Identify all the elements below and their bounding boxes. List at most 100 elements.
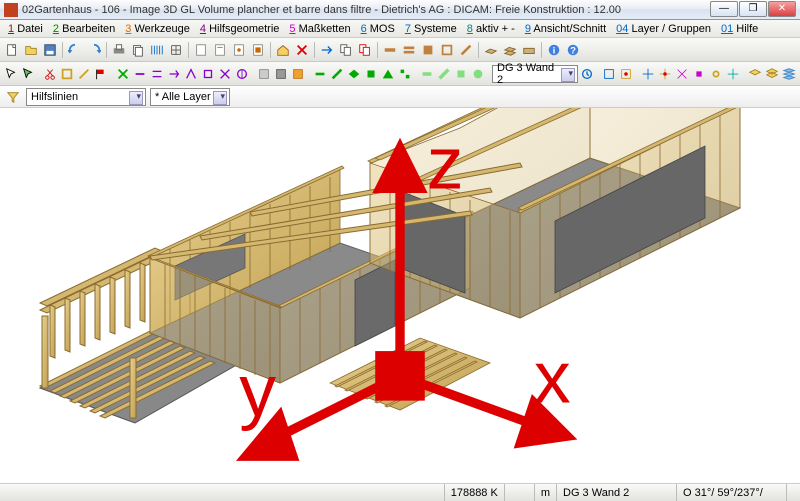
tool-brown3-icon[interactable]	[419, 41, 437, 59]
tool-page3-icon[interactable]	[230, 41, 248, 59]
tool-doc-icon[interactable]	[129, 41, 147, 59]
axis-gizmo: z x y	[0, 108, 800, 483]
tool-green5-icon[interactable]	[380, 65, 396, 83]
menu-bar: 1 Datei 2 Bearbeiten 3 Werkzeuge 4 Hilfs…	[0, 20, 800, 38]
menu-mos[interactable]: 6 MOS	[357, 22, 399, 36]
menu-werkzeuge[interactable]: 3 Werkzeuge	[121, 22, 194, 36]
menu-bearbeiten[interactable]: 2 Bearbeiten	[49, 22, 119, 36]
svg-text:z: z	[427, 121, 464, 204]
tool-view1-icon[interactable]	[601, 65, 617, 83]
tool-cursor2-icon[interactable]	[20, 65, 36, 83]
menu-layer[interactable]: 04 Layer / Gruppen	[612, 22, 715, 36]
tool-copy2-icon[interactable]	[337, 41, 355, 59]
tool-purple6-icon[interactable]	[217, 65, 233, 83]
tool-line-icon[interactable]	[76, 65, 92, 83]
tool-bars-icon[interactable]	[148, 41, 166, 59]
app-icon	[4, 3, 18, 17]
tool-x-icon[interactable]	[115, 65, 131, 83]
tool-orange-icon[interactable]	[290, 65, 306, 83]
tool-page2-icon[interactable]	[211, 41, 229, 59]
tool-lightgreen3-icon[interactable]	[453, 65, 469, 83]
separator	[314, 42, 315, 58]
selection-combo[interactable]: DG 3 Wand 2	[492, 65, 578, 83]
tool-lightgreen1-icon[interactable]	[419, 65, 435, 83]
tool-flag-icon[interactable]	[93, 65, 109, 83]
tool-plate3-icon[interactable]	[520, 41, 538, 59]
tool-lightgreen4-icon[interactable]	[470, 65, 486, 83]
tool-snap3-icon[interactable]	[674, 65, 690, 83]
tool-green6-icon[interactable]	[397, 65, 413, 83]
tool-plate2-icon[interactable]	[501, 41, 519, 59]
tool-brown2-icon[interactable]	[400, 41, 418, 59]
viewport-3d[interactable]: z x y	[0, 108, 800, 483]
tool-undo-icon[interactable]	[66, 41, 84, 59]
tool-green1-icon[interactable]	[312, 65, 328, 83]
tool-cursor-icon[interactable]	[3, 65, 19, 83]
tool-cut-icon[interactable]	[42, 65, 58, 83]
menu-systeme[interactable]: 7 Systeme	[401, 22, 461, 36]
toolbar-1: i ?	[0, 38, 800, 62]
title-bar: 02Gartenhaus - 106 - Image 3D GL Volume …	[0, 0, 800, 20]
tool-purple7-icon[interactable]	[234, 65, 250, 83]
tool-purple3-icon[interactable]	[166, 65, 182, 83]
tool-help-icon[interactable]: ?	[564, 41, 582, 59]
status-orientation: O 31°/ 59°/237°/	[676, 484, 786, 501]
tool-view2-icon[interactable]	[618, 65, 634, 83]
tool-delete-icon[interactable]	[293, 41, 311, 59]
tool-green3-icon[interactable]	[346, 65, 362, 83]
tool-page1-icon[interactable]	[192, 41, 210, 59]
tool-gray1-icon[interactable]	[256, 65, 272, 83]
tool-new-icon[interactable]	[3, 41, 21, 59]
tool-purple4-icon[interactable]	[183, 65, 199, 83]
tool-purple1-icon[interactable]	[132, 65, 148, 83]
tool-open-icon[interactable]	[22, 41, 40, 59]
svg-text:x: x	[534, 336, 571, 419]
menu-aktiv[interactable]: 8 aktiv + -	[463, 22, 519, 36]
tool-lightgreen2-icon[interactable]	[436, 65, 452, 83]
tool-brown5-icon[interactable]	[457, 41, 475, 59]
filter-bar: Hilfslinien * Alle Layer	[0, 86, 800, 108]
tool-snap5-icon[interactable]	[708, 65, 724, 83]
tool-layer3-icon[interactable]	[781, 65, 797, 83]
tool-refresh-icon[interactable]	[579, 65, 595, 83]
menu-massketten[interactable]: 5 Maßketten	[285, 22, 354, 36]
tool-snap6-icon[interactable]	[725, 65, 741, 83]
tool-grid-icon[interactable]	[167, 41, 185, 59]
tool-brown4-icon[interactable]	[438, 41, 456, 59]
menu-hilfsgeometrie[interactable]: 4 Hilfsgeometrie	[196, 22, 284, 36]
menu-datei[interactable]: 1 Datei	[4, 22, 47, 36]
tool-page4-icon[interactable]	[249, 41, 267, 59]
tool-gray2-icon[interactable]	[273, 65, 289, 83]
menu-hilfe[interactable]: 01 Hilfe	[717, 22, 762, 36]
menu-ansicht[interactable]: 9 Ansicht/Schnitt	[521, 22, 610, 36]
filter-icon[interactable]	[4, 88, 22, 106]
tool-layer1-icon[interactable]	[747, 65, 763, 83]
tool-snap1-icon[interactable]	[640, 65, 656, 83]
maximize-button[interactable]: ❐	[739, 1, 767, 17]
tool-snap2-icon[interactable]	[657, 65, 673, 83]
filter-combo-2[interactable]: * Alle Layer	[150, 88, 230, 106]
separator	[541, 42, 542, 58]
tool-redo-icon[interactable]	[85, 41, 103, 59]
tool-arrow-icon[interactable]	[318, 41, 336, 59]
tool-crop-icon[interactable]	[59, 65, 75, 83]
minimize-button[interactable]: —	[710, 1, 738, 17]
tool-green4-icon[interactable]	[363, 65, 379, 83]
close-button[interactable]: ✕	[768, 1, 796, 17]
tool-green2-icon[interactable]	[329, 65, 345, 83]
tool-snap4-icon[interactable]	[691, 65, 707, 83]
tool-layer2-icon[interactable]	[764, 65, 780, 83]
status-bar: 178888 K m DG 3 Wand 2 O 31°/ 59°/237°/	[0, 483, 800, 501]
tool-info-icon[interactable]: i	[545, 41, 563, 59]
tool-brown1-icon[interactable]	[381, 41, 399, 59]
tool-print-icon[interactable]	[110, 41, 128, 59]
tool-plate1-icon[interactable]	[482, 41, 500, 59]
tool-purple5-icon[interactable]	[200, 65, 216, 83]
tool-purple2-icon[interactable]	[149, 65, 165, 83]
resize-grip[interactable]	[786, 484, 800, 501]
tool-house-icon[interactable]	[274, 41, 292, 59]
filter-combo-1[interactable]: Hilfslinien	[26, 88, 146, 106]
tool-copy-red-icon[interactable]	[356, 41, 374, 59]
tool-save-icon[interactable]	[41, 41, 59, 59]
svg-text:i: i	[553, 45, 556, 56]
